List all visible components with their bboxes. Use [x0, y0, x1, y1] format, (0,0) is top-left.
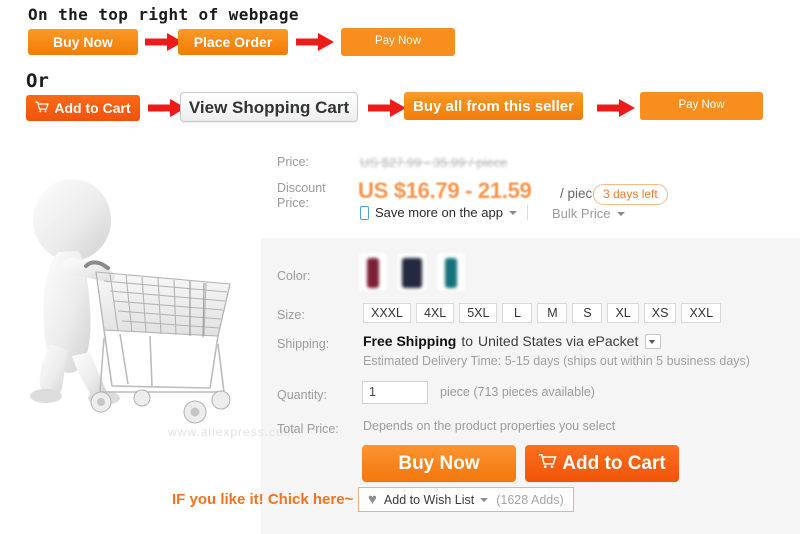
flow-add-to-cart-button[interactable]: Add to Cart: [26, 95, 140, 121]
quantity-input[interactable]: 1: [362, 381, 428, 404]
size-option-xl[interactable]: XL: [607, 303, 639, 323]
product-image: [0, 148, 262, 448]
flow-pay-now-button-2[interactable]: Pay Now: [640, 92, 763, 120]
original-price: US $27.99 - 35.99 / piece: [360, 155, 508, 170]
flow-pay-now-label-2: Pay Now: [678, 99, 725, 112]
buy-now-label: Buy Now: [398, 452, 480, 474]
size-option-4xl[interactable]: 4XL: [415, 303, 455, 323]
flow-view-cart-label: View Shopping Cart: [188, 97, 350, 117]
flow-add-to-cart-label: Add to Cart: [54, 100, 131, 116]
size-option-s[interactable]: S: [572, 303, 603, 323]
discount-price-value: US $16.79 - 21.59: [358, 178, 532, 203]
flow-pay-now-button-1[interactable]: Pay Now: [341, 28, 455, 56]
save-on-app-label: Save more on the app: [375, 205, 503, 220]
right-arrow-icon-4: [368, 99, 406, 117]
shipping-method[interactable]: Free Shipping to United States via ePack…: [363, 333, 662, 349]
free-shipping-text: Free Shipping: [363, 333, 457, 349]
wishlist-annotation: IF you like it! Chick here~: [172, 491, 354, 508]
image-watermark: www.aliexpress.com: [168, 425, 295, 439]
flow-buy-all-from-seller-button[interactable]: Buy all from this seller: [404, 92, 583, 120]
buy-now-button[interactable]: Buy Now: [362, 445, 516, 482]
size-option-xxxl[interactable]: XXXL: [363, 303, 411, 323]
size-option-list: XXXL 4XL 5XL L M S XL XS XXL: [363, 303, 722, 323]
shipping-label: Shipping:: [277, 337, 330, 351]
shipping-destination: United States via ePacket: [478, 333, 639, 349]
bulk-price-label: Bulk Price: [552, 206, 611, 221]
total-price-label: Total Price:: [277, 422, 339, 436]
flow-place-order-button[interactable]: Place Order: [178, 29, 288, 55]
size-option-l[interactable]: L: [502, 303, 533, 323]
wish-list-count: (1628 Adds): [496, 492, 564, 507]
shopping-cart-icon-small: [35, 101, 50, 115]
save-on-app-link[interactable]: Save more on the app: [360, 205, 517, 220]
size-option-xxl[interactable]: XXL: [681, 303, 722, 323]
chevron-down-icon-bulk: [616, 211, 625, 216]
color-label: Color:: [277, 269, 311, 283]
quantity-label: Quantity:: [277, 388, 328, 402]
flow-buy-now-label: Buy Now: [53, 34, 113, 50]
price-label: Price:: [277, 155, 309, 169]
days-left-badge: 3 days left: [593, 184, 668, 205]
color-swatch-list: [358, 252, 466, 292]
color-swatch-maroon[interactable]: [358, 252, 388, 292]
size-label: Size:: [277, 308, 305, 322]
size-option-m[interactable]: M: [537, 303, 568, 323]
price-divider: [527, 205, 528, 220]
shipping-estimate: Estimated Delivery Time: 5-15 days (ship…: [363, 354, 750, 368]
instruction-heading-top: On the top right of webpage: [28, 5, 299, 24]
total-price-value: Depends on the product properties you se…: [363, 419, 616, 433]
flow-buy-now-button[interactable]: Buy Now: [28, 29, 138, 55]
size-option-5xl[interactable]: 5XL: [459, 303, 498, 323]
shipping-to-word: to: [461, 333, 474, 349]
color-swatch-teal[interactable]: [436, 252, 466, 292]
mobile-phone-icon: [360, 205, 369, 220]
product-page: On the top right of webpage Buy Now Plac…: [0, 0, 800, 534]
right-arrow-icon-5: [597, 99, 635, 117]
shopping-cart-icon: [538, 453, 557, 475]
chevron-down-icon-app: [508, 210, 517, 215]
heart-icon: ♥: [368, 491, 377, 508]
add-to-cart-button[interactable]: Add to Cart: [525, 445, 679, 482]
color-swatch-navy[interactable]: [397, 252, 427, 292]
quantity-availability: piece (713 pieces available): [440, 385, 595, 399]
right-arrow-icon-2: [296, 33, 334, 51]
bulk-price-link[interactable]: Bulk Price: [552, 206, 625, 221]
add-to-wish-list-button[interactable]: ♥ Add to Wish List (1628 Adds): [358, 487, 574, 512]
discount-price-label: Discount Price:: [277, 181, 326, 210]
instruction-heading-or: Or: [26, 70, 49, 92]
chevron-down-icon-shipping[interactable]: [645, 333, 662, 349]
flow-buy-all-label: Buy all from this seller: [413, 97, 574, 115]
flow-place-order-label: Place Order: [193, 34, 273, 50]
flow-view-shopping-cart-button[interactable]: View Shopping Cart: [180, 92, 358, 122]
add-to-wish-list-label: Add to Wish List: [383, 492, 475, 507]
flow-pay-now-label-1: Pay Now: [374, 35, 422, 48]
add-to-cart-label: Add to Cart: [562, 452, 666, 474]
size-option-xs[interactable]: XS: [643, 303, 677, 323]
chevron-down-icon-wishlist: [480, 497, 489, 502]
